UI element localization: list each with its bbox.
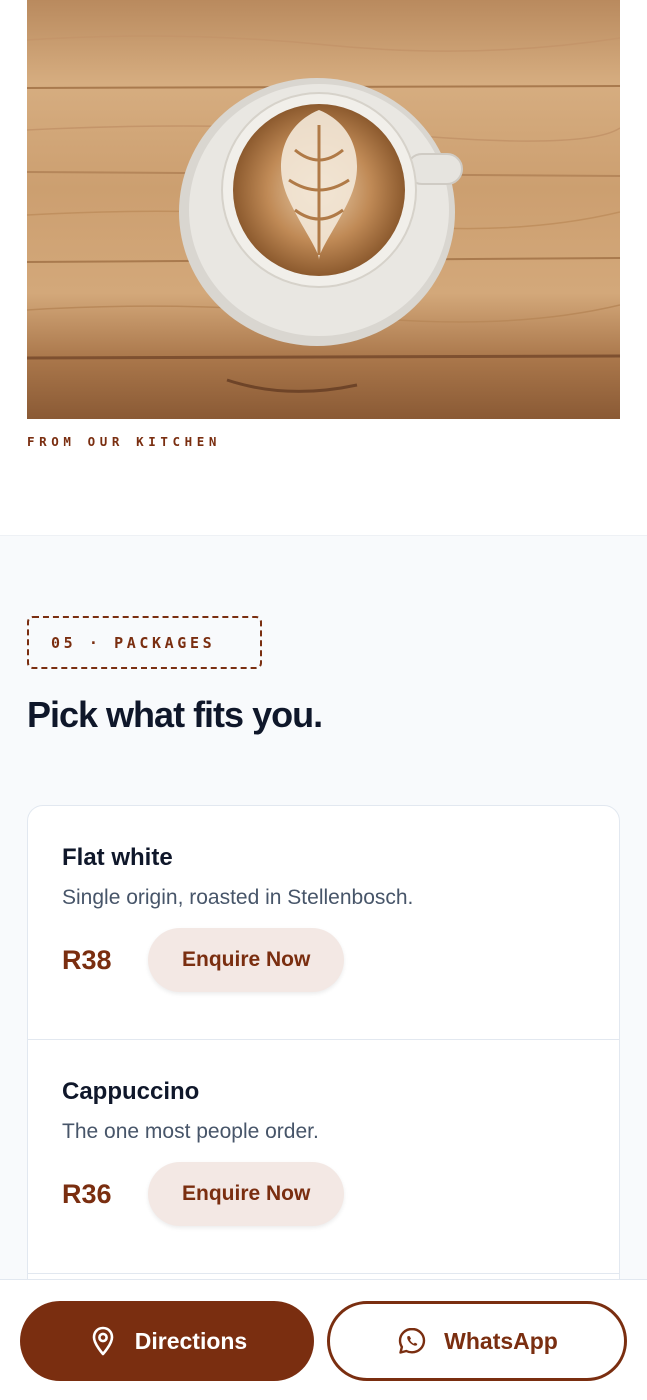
package-price-row: R36 Enquire Now [62, 1162, 585, 1226]
package-price-row: R38 Enquire Now [62, 928, 585, 992]
package-name: Cappuccino [62, 1078, 200, 1105]
package-item-flat-white: Flat white Single origin, roasted in Ste… [28, 806, 619, 1040]
bottom-action-bar: Directions WhatsApp [0, 1279, 647, 1400]
package-description: The one most people order. [62, 1120, 319, 1143]
package-price: R38 [62, 944, 112, 975]
packages-section: 05 · PACKAGES Pick what fits you. Flat w… [0, 535, 647, 1400]
package-description: Single origin, roasted in Stellenbosch. [62, 886, 414, 909]
package-name: Flat white [62, 844, 173, 871]
directions-button[interactable]: Directions [20, 1301, 314, 1381]
directions-label: Directions [134, 1327, 248, 1354]
latte-art-coffee-photo [27, 0, 620, 419]
enquire-now-button[interactable]: Enquire Now [148, 928, 345, 992]
package-price: R36 [62, 1178, 112, 1209]
hero-photo [27, 0, 620, 419]
section-heading: Pick what fits you. [27, 694, 323, 735]
whatsapp-button[interactable]: WhatsApp [327, 1301, 627, 1381]
enquire-now-button[interactable]: Enquire Now [148, 1162, 345, 1226]
section-eyebrow: 05 · PACKAGES [27, 616, 262, 669]
whatsapp-label: WhatsApp [444, 1327, 558, 1354]
whatsapp-icon [396, 1325, 428, 1357]
package-item-cappuccino: Cappuccino The one most people order. R3… [28, 1040, 619, 1274]
map-pin-icon [87, 1325, 119, 1357]
photo-caption: FROM OUR KITCHEN [27, 434, 222, 449]
